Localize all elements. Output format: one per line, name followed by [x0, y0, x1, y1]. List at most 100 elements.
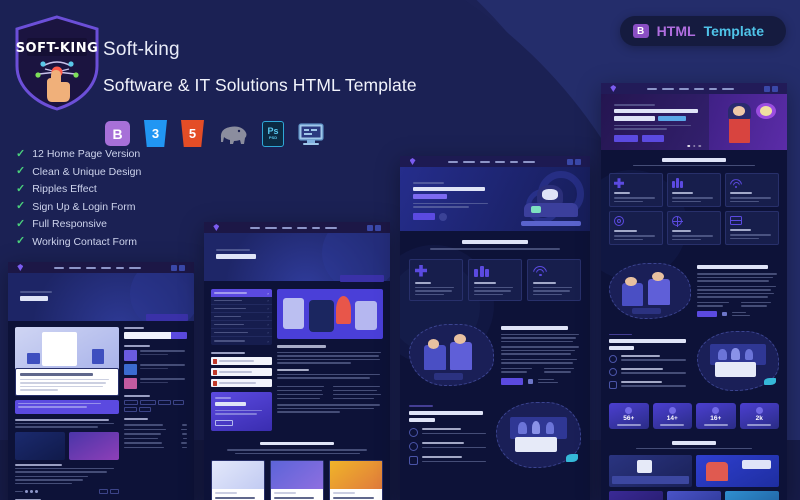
feature-item: ✓ Working Contact Form [16, 236, 141, 248]
service-card[interactable] [609, 173, 663, 208]
recent-post-item[interactable] [123, 364, 187, 375]
tag-chip[interactable] [123, 400, 138, 405]
service-card[interactable] [409, 258, 463, 302]
download-item[interactable] [211, 357, 272, 365]
service-card-title [614, 192, 630, 195]
service-menu-item[interactable]: › [211, 321, 272, 329]
logo-wordmark: SOFT-KING [16, 41, 99, 56]
tag-chip[interactable] [172, 400, 184, 405]
thumb [123, 350, 137, 361]
mockup-home-intelligent-tech-page[interactable]: 56+ 14+ 16+ 2k [601, 83, 787, 500]
gallery-item[interactable] [609, 455, 692, 488]
service-card[interactable] [527, 258, 581, 302]
featured-post-card[interactable] [15, 368, 119, 396]
tag-chip[interactable] [98, 489, 108, 494]
about-button[interactable] [500, 377, 523, 385]
service-card[interactable] [609, 211, 663, 246]
mockup-news-blog-page[interactable] [8, 262, 194, 500]
services-heading [662, 158, 726, 162]
service-menu-item[interactable]: › [211, 297, 272, 305]
download-heading [211, 352, 245, 354]
agency-item[interactable] [609, 354, 691, 363]
agency-item[interactable] [409, 455, 489, 465]
mockup-home-it-solution-page[interactable] [400, 156, 590, 500]
gallery-item[interactable] [667, 491, 721, 500]
agency-item[interactable] [609, 380, 691, 389]
mockup-nav-links [226, 226, 360, 229]
gallery-item[interactable] [609, 491, 663, 500]
service-card[interactable] [468, 258, 522, 302]
hero-button-contact[interactable] [614, 134, 638, 142]
content-heading [276, 345, 326, 348]
blog-card[interactable] [211, 460, 265, 500]
service-menu-item[interactable]: › [211, 337, 272, 345]
phone-icon [722, 311, 727, 317]
agency-item[interactable] [409, 427, 489, 437]
category-item[interactable] [123, 433, 187, 435]
stat-card: 56+ [609, 403, 649, 430]
service-card[interactable] [667, 173, 721, 208]
mockup-hero [400, 167, 590, 231]
download-item[interactable] [211, 379, 272, 387]
hero-button-service[interactable] [642, 134, 664, 142]
mockup-hero [204, 233, 390, 281]
service-card[interactable] [725, 173, 779, 208]
project-icon [668, 406, 676, 414]
hero-button[interactable] [413, 213, 435, 220]
tag-chip[interactable] [123, 407, 137, 412]
hero-dots[interactable] [687, 144, 701, 147]
gallery-item[interactable] [725, 491, 779, 500]
mockup-nav-links [422, 160, 559, 163]
feature-label: Clean & Unique Design [32, 165, 142, 178]
thumb [123, 364, 137, 375]
mockup-nav-links [30, 266, 164, 269]
service-card[interactable] [725, 211, 779, 246]
feature-list: ✓ 12 Home Page Version ✓ Clean & Unique … [16, 148, 141, 248]
about-button[interactable] [697, 310, 717, 318]
subheading [276, 368, 309, 371]
tag-chip[interactable] [157, 400, 171, 405]
cta-button[interactable] [215, 419, 233, 426]
service-card-title [672, 192, 694, 195]
ongoing-icon [712, 406, 720, 414]
service-card-title [533, 281, 556, 284]
recent-post-item[interactable] [123, 378, 187, 389]
category-item[interactable] [123, 428, 187, 430]
application-icon [672, 178, 716, 189]
mockup-navbar [8, 262, 194, 273]
brand-tagline: Software & IT Solutions HTML Template [103, 75, 417, 95]
agency-illustration [697, 331, 779, 392]
category-item[interactable] [123, 446, 187, 448]
recent-post-item[interactable] [123, 350, 187, 361]
service-card[interactable] [667, 211, 721, 246]
search-input[interactable] [123, 332, 171, 339]
search-button[interactable] [171, 332, 187, 339]
agency-item[interactable] [409, 441, 489, 451]
search-heading [123, 327, 144, 329]
download-item[interactable] [211, 368, 272, 376]
mockup-service-detail-page[interactable]: › › › › › › › [204, 222, 390, 500]
feature-label: Working Contact Form [32, 235, 138, 248]
blog-card[interactable] [270, 460, 324, 500]
category-item[interactable] [123, 437, 187, 439]
tag-chip[interactable] [139, 400, 156, 405]
category-item[interactable] [123, 442, 187, 444]
mockup-navbar [601, 83, 787, 94]
cta-box [211, 392, 272, 431]
post-image-right [69, 431, 119, 460]
phone-icon [527, 378, 533, 384]
agency-item[interactable] [609, 367, 691, 376]
tag-chip[interactable] [138, 407, 151, 412]
play-button[interactable] [439, 212, 447, 221]
gallery-item[interactable] [696, 455, 779, 488]
category-item[interactable] [123, 424, 187, 426]
service-menu-item[interactable]: › [211, 313, 272, 321]
service-menu-item[interactable]: › [211, 305, 272, 313]
blog-card[interactable] [329, 460, 383, 500]
check-icon: ✓ [16, 165, 26, 177]
service-menu-item-active[interactable]: › [211, 289, 272, 297]
service-menu-item[interactable]: › [211, 329, 272, 337]
responsive-monitor-icon [298, 122, 324, 146]
pdf-icon [213, 380, 217, 386]
share-icon[interactable] [25, 490, 28, 493]
